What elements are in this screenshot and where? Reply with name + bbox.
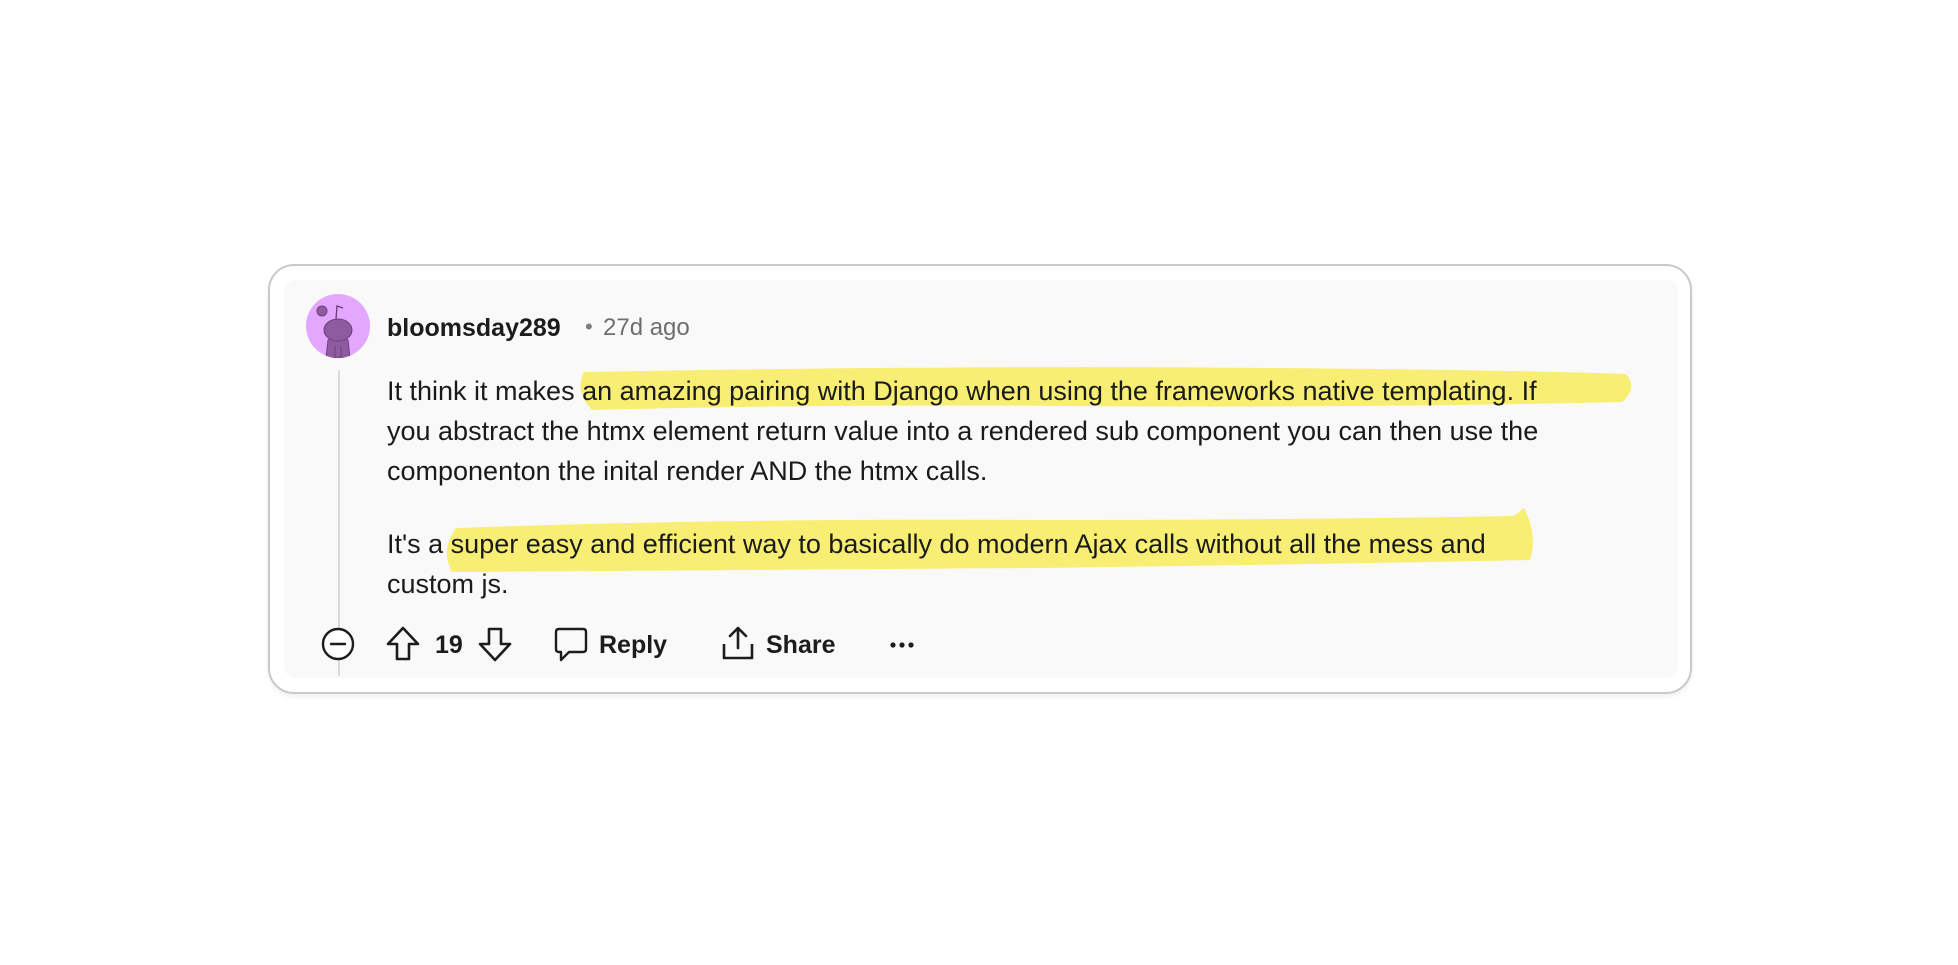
snoo-avatar-icon xyxy=(316,305,353,358)
comment-line: It's a super easy and efficient way to b… xyxy=(387,529,1486,559)
reply-label: Reply xyxy=(599,631,668,659)
username[interactable]: bloomsday289 xyxy=(387,314,561,343)
collapse-button[interactable] xyxy=(320,626,356,662)
speech-bubble-icon xyxy=(554,627,588,662)
downvote-button[interactable] xyxy=(477,624,513,664)
comment-line: custom js. xyxy=(387,569,509,599)
comment-paragraph-2: It's a super easy and efficient way to b… xyxy=(387,524,1647,604)
minus-circle-icon xyxy=(321,627,355,661)
avatar[interactable] xyxy=(306,294,370,358)
comment-line: componenton the inital render AND the ht… xyxy=(387,456,988,486)
comment-paragraph-1: It think it makes an amazing pairing wit… xyxy=(387,371,1647,491)
timestamp[interactable]: 27d ago xyxy=(603,314,690,342)
share-label: Share xyxy=(766,631,836,659)
more-options-button[interactable] xyxy=(885,630,919,660)
reply-button[interactable]: Reply xyxy=(553,622,673,666)
comment-line: It think it makes an amazing pairing wit… xyxy=(387,376,1537,406)
share-button[interactable]: Share xyxy=(720,622,850,666)
vote-count: 19 xyxy=(435,631,463,659)
ellipsis-icon xyxy=(890,642,914,648)
comment-line: you abstract the htmx element return val… xyxy=(387,416,1539,446)
arrow-up-icon xyxy=(386,626,420,661)
separator-dot: • xyxy=(585,314,593,339)
arrow-down-icon xyxy=(478,627,512,662)
share-icon xyxy=(722,626,754,660)
upvote-button[interactable] xyxy=(385,624,421,664)
